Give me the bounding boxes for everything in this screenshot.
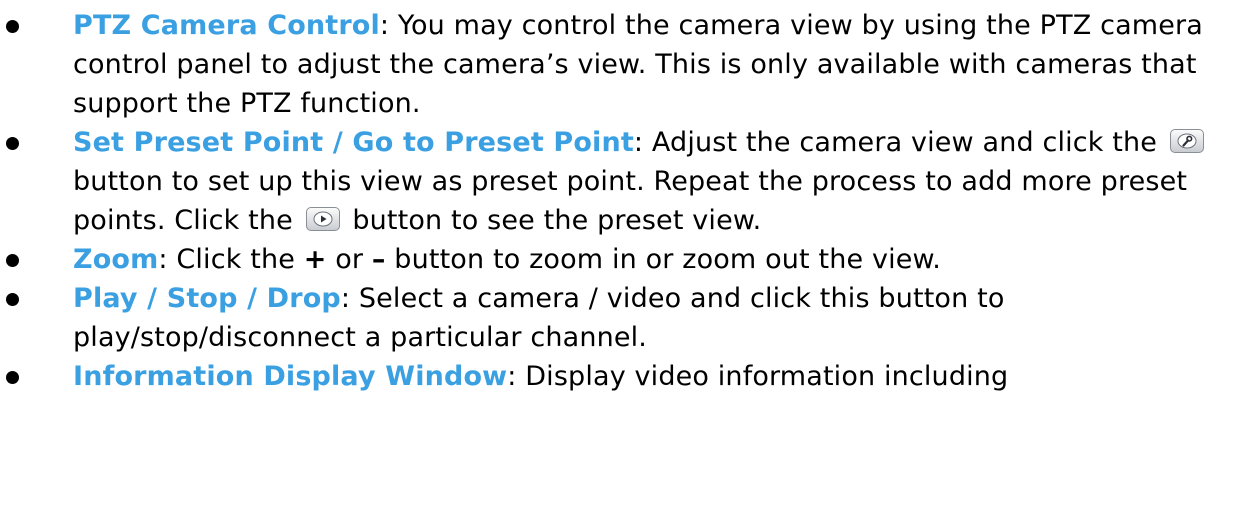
item-text: or (335, 244, 364, 275)
item-text: : Display video information including (507, 361, 1009, 392)
list-item-preset-point: Set Preset Point / Go to Preset Point: A… (0, 123, 1245, 240)
wrench-icon (1169, 129, 1204, 153)
list-item-information-display: Information Display Window: Display vide… (0, 357, 1245, 396)
minus-symbol: – (371, 244, 386, 275)
bullet-icon (6, 137, 19, 150)
list-item-play-stop-drop: Play / Stop / Drop: Select a camera / vi… (0, 279, 1245, 357)
item-text: button to see the preset view. (352, 205, 762, 236)
bullet-icon (6, 254, 19, 267)
list-item-ptz-camera-control: PTZ Camera Control: You may control the … (0, 6, 1245, 123)
item-text: : Adjust the camera view and click the (633, 127, 1158, 158)
bullet-icon (6, 371, 19, 384)
play-icon (305, 207, 340, 231)
item-term: Play / Stop / Drop (73, 283, 341, 314)
item-term: Information Display Window (73, 361, 508, 392)
item-term: PTZ Camera Control (73, 10, 380, 41)
item-term: Set Preset Point / Go to Preset Point (73, 127, 634, 158)
item-term: Zoom (73, 244, 159, 275)
bullet-icon (6, 293, 19, 306)
item-text: button to zoom in or zoom out the view. (394, 244, 942, 275)
feature-list: PTZ Camera Control: You may control the … (0, 6, 1245, 396)
list-item-zoom: Zoom: Click the + or – button to zoom in… (0, 240, 1245, 279)
bullet-icon (6, 20, 19, 33)
item-text: : Click the (158, 244, 295, 275)
plus-symbol: + (303, 244, 327, 275)
